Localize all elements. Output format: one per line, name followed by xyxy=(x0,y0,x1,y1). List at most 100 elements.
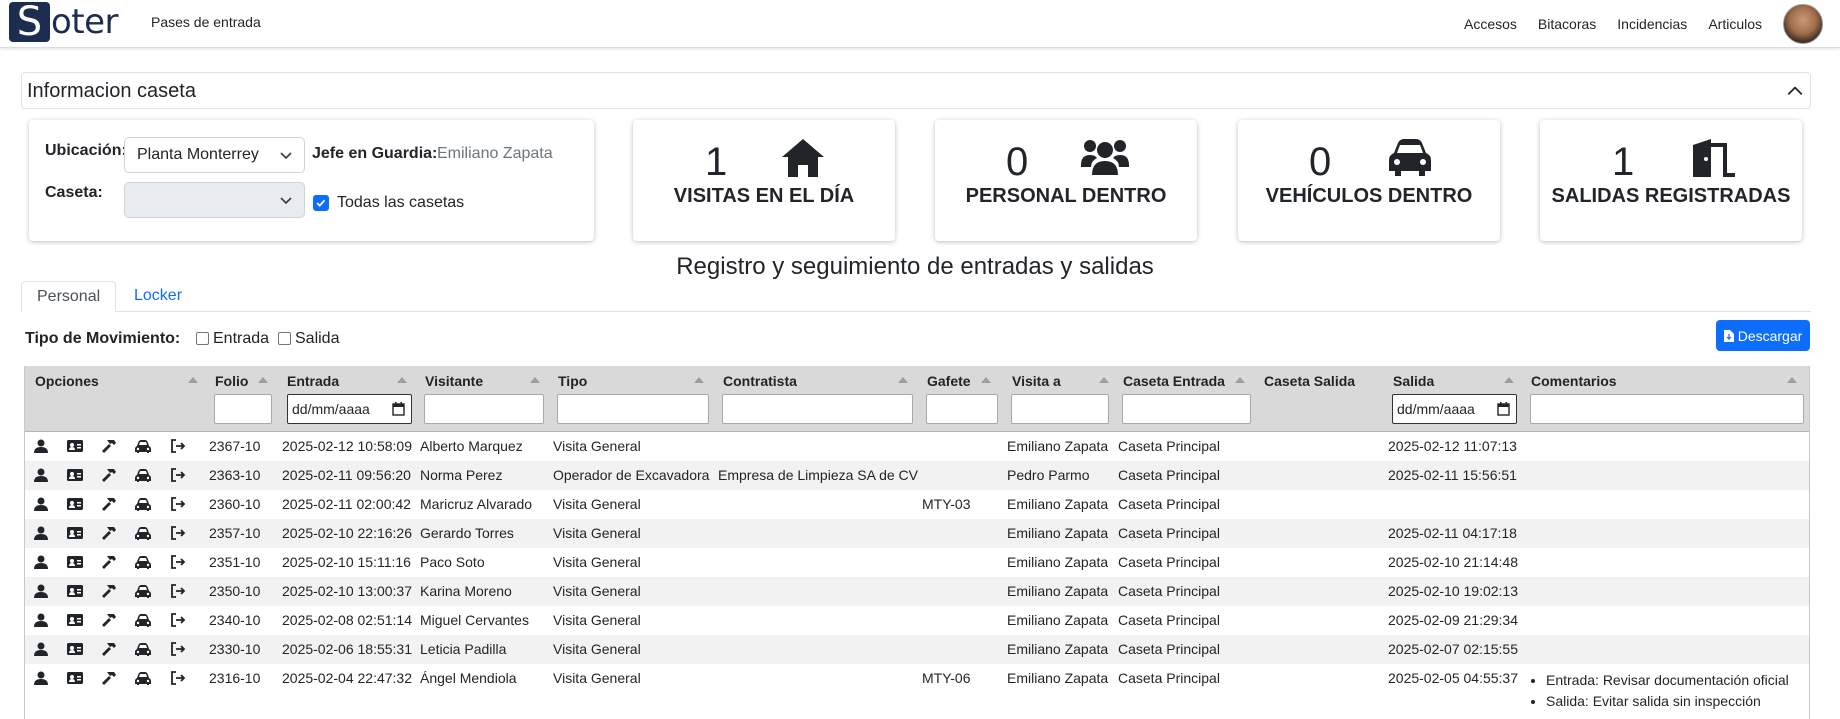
sort-arrow-icon[interactable] xyxy=(1504,377,1514,383)
hammer-icon[interactable] xyxy=(101,555,117,569)
car-icon[interactable] xyxy=(135,468,151,482)
hammer-icon[interactable] xyxy=(101,497,117,511)
th-visita-a[interactable]: Visita a xyxy=(1012,373,1061,389)
download-button[interactable]: Descargar xyxy=(1716,320,1810,351)
sort-arrow-icon[interactable] xyxy=(1099,377,1109,383)
contratista-filter[interactable] xyxy=(722,394,913,424)
caseta-select[interactable] xyxy=(124,182,305,218)
calendar-icon[interactable] xyxy=(392,402,405,416)
person-icon[interactable] xyxy=(33,555,49,569)
nav-link-incidencias[interactable]: Incidencias xyxy=(1617,16,1687,32)
sort-arrow-icon[interactable] xyxy=(981,377,991,383)
hammer-icon[interactable] xyxy=(101,584,117,598)
ubicacion-select[interactable]: Planta Monterrey xyxy=(124,137,305,173)
car-icon[interactable] xyxy=(135,584,151,598)
user-avatar[interactable] xyxy=(1783,4,1823,44)
sign-out-icon[interactable] xyxy=(170,468,186,482)
hammer-icon[interactable] xyxy=(101,671,117,685)
sign-out-icon[interactable] xyxy=(170,555,186,569)
car-icon[interactable] xyxy=(135,497,151,511)
tab-locker[interactable]: Locker xyxy=(119,281,197,312)
sign-out-icon[interactable] xyxy=(170,613,186,627)
id-card-icon[interactable] xyxy=(67,642,83,656)
id-card-icon[interactable] xyxy=(67,671,83,685)
caseta-entrada-filter[interactable] xyxy=(1122,394,1251,424)
sign-out-icon[interactable] xyxy=(170,439,186,453)
calendar-icon[interactable] xyxy=(1497,402,1510,416)
sign-out-icon[interactable] xyxy=(170,671,186,685)
hammer-icon[interactable] xyxy=(101,642,117,656)
sort-arrow-icon[interactable] xyxy=(1235,377,1245,383)
car-icon[interactable] xyxy=(135,642,151,656)
person-icon[interactable] xyxy=(33,671,49,685)
id-card-icon[interactable] xyxy=(67,497,83,511)
sign-out-icon[interactable] xyxy=(170,526,186,540)
entrada-checkbox[interactable] xyxy=(196,332,209,345)
id-card-icon[interactable] xyxy=(67,526,83,540)
visita-a-filter[interactable] xyxy=(1011,394,1109,424)
stat-card-salidas: 1 SALIDAS REGISTRADAS xyxy=(1540,120,1802,241)
person-icon[interactable] xyxy=(33,468,49,482)
person-icon[interactable] xyxy=(33,584,49,598)
tab-personal[interactable]: Personal xyxy=(21,281,117,312)
accordion-header[interactable]: Informacion caseta xyxy=(21,72,1811,109)
car-icon[interactable] xyxy=(135,671,151,685)
todas-casetas-checkbox[interactable] xyxy=(313,195,329,211)
sort-arrow-icon[interactable] xyxy=(530,377,540,383)
nav-link-accesos[interactable]: Accesos xyxy=(1464,16,1517,32)
chevron-up-icon[interactable] xyxy=(1786,82,1804,100)
hammer-icon[interactable] xyxy=(101,468,117,482)
nav-link-articulos[interactable]: Articulos xyxy=(1708,16,1762,32)
salida-checkbox[interactable] xyxy=(278,332,291,345)
th-comentarios[interactable]: Comentarios xyxy=(1531,373,1617,389)
person-icon[interactable] xyxy=(33,613,49,627)
car-icon[interactable] xyxy=(135,555,151,569)
sort-arrow-icon[interactable] xyxy=(1787,377,1797,383)
th-tipo[interactable]: Tipo xyxy=(558,373,587,389)
sign-out-icon[interactable] xyxy=(170,642,186,656)
th-caseta-entrada[interactable]: Caseta Entrada xyxy=(1123,373,1225,389)
nav-link-pases[interactable]: Pases de entrada xyxy=(151,14,261,30)
soter-logo[interactable]: S oter xyxy=(9,2,119,42)
sort-arrow-icon[interactable] xyxy=(694,377,704,383)
person-icon[interactable] xyxy=(33,526,49,540)
sort-arrow-icon[interactable] xyxy=(397,377,407,383)
person-icon[interactable] xyxy=(33,642,49,656)
cell-visitante: Gerardo Torres xyxy=(420,525,514,541)
tipo-filter[interactable] xyxy=(557,394,709,424)
car-icon[interactable] xyxy=(135,613,151,627)
comentarios-filter[interactable] xyxy=(1530,394,1804,424)
id-card-icon[interactable] xyxy=(67,584,83,598)
id-card-icon[interactable] xyxy=(67,555,83,569)
hammer-icon[interactable] xyxy=(101,439,117,453)
id-card-icon[interactable] xyxy=(67,468,83,482)
car-icon[interactable] xyxy=(135,439,151,453)
th-caseta-salida[interactable]: Caseta Salida xyxy=(1264,373,1355,389)
nav-link-bitacoras[interactable]: Bitacoras xyxy=(1538,16,1596,32)
entrada-date-filter[interactable]: dd/mm/aaaa xyxy=(287,394,412,424)
th-folio[interactable]: Folio xyxy=(215,373,248,389)
cell-visita-a: Emiliano Zapata xyxy=(1007,583,1109,599)
salida-date-filter[interactable]: dd/mm/aaaa xyxy=(1392,394,1517,424)
th-opciones[interactable]: Opciones xyxy=(35,373,99,389)
sort-arrow-icon[interactable] xyxy=(898,377,908,383)
folio-filter[interactable] xyxy=(214,394,272,424)
th-contratista[interactable]: Contratista xyxy=(723,373,797,389)
th-salida[interactable]: Salida xyxy=(1393,373,1434,389)
visitante-filter[interactable] xyxy=(424,394,544,424)
id-card-icon[interactable] xyxy=(67,613,83,627)
hammer-icon[interactable] xyxy=(101,613,117,627)
person-icon[interactable] xyxy=(33,439,49,453)
id-card-icon[interactable] xyxy=(67,439,83,453)
th-visitante[interactable]: Visitante xyxy=(425,373,483,389)
sort-arrow-icon[interactable] xyxy=(258,377,268,383)
sort-arrow-icon[interactable] xyxy=(188,377,198,383)
th-entrada[interactable]: Entrada xyxy=(287,373,339,389)
person-icon[interactable] xyxy=(33,497,49,511)
gafete-filter[interactable] xyxy=(926,394,998,424)
th-gafete[interactable]: Gafete xyxy=(927,373,971,389)
sign-out-icon[interactable] xyxy=(170,584,186,598)
sign-out-icon[interactable] xyxy=(170,497,186,511)
car-icon[interactable] xyxy=(135,526,151,540)
hammer-icon[interactable] xyxy=(101,526,117,540)
